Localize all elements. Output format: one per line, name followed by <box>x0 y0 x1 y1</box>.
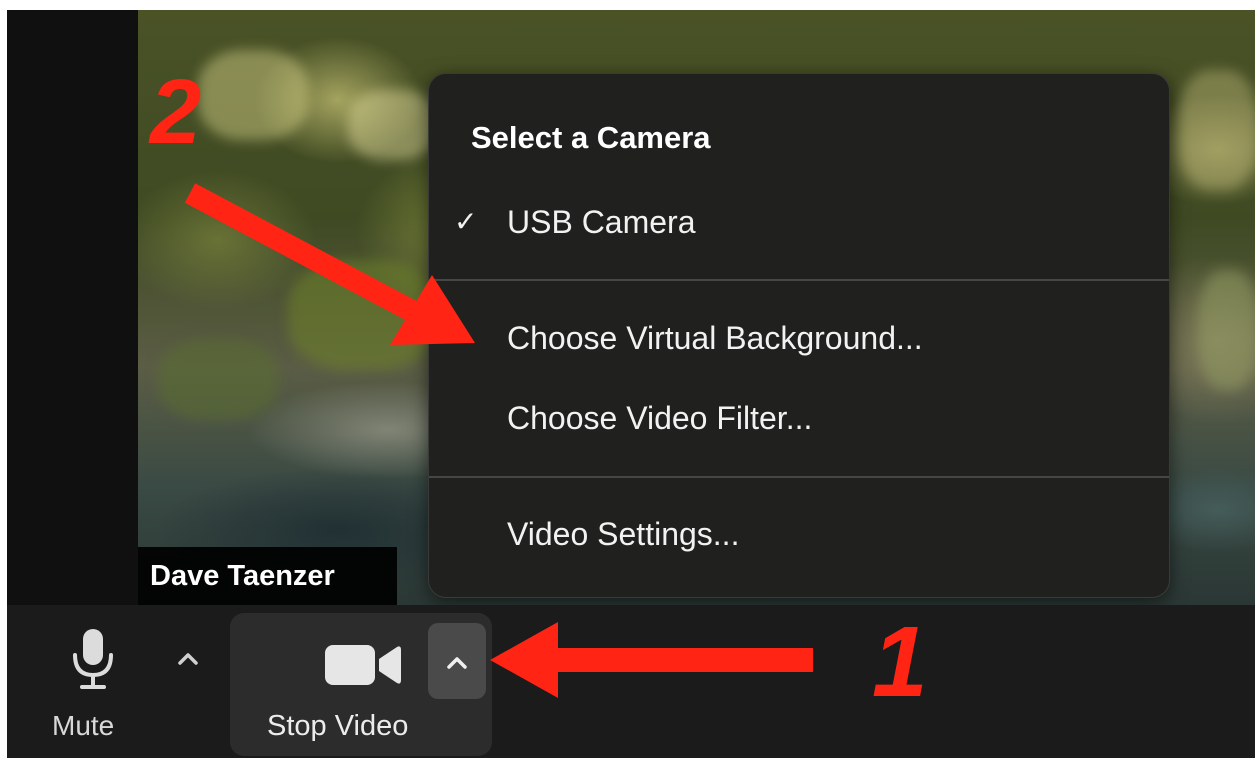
menu-item-video-filter[interactable]: Choose Video Filter... <box>429 388 1169 448</box>
video-options-button[interactable] <box>428 623 486 699</box>
left-black-bar <box>7 10 138 605</box>
menu-item-label: Choose Virtual Background... <box>507 320 923 356</box>
microphone-icon[interactable] <box>67 627 119 693</box>
video-camera-icon[interactable] <box>325 643 403 687</box>
camera-options-menu: Select a Camera ✓ USB Camera Choose Virt… <box>428 73 1170 598</box>
chevron-up-icon[interactable] <box>173 647 203 669</box>
stop-video-label[interactable]: Stop Video <box>267 710 408 743</box>
annotation-step-2: 2 <box>150 61 202 163</box>
mute-label[interactable]: Mute <box>52 710 114 742</box>
chevron-up-icon <box>447 657 467 669</box>
menu-divider <box>429 476 1169 478</box>
stop-video-button-group: Stop Video <box>230 613 492 756</box>
menu-item-usb-camera[interactable]: ✓ USB Camera <box>429 192 1169 252</box>
menu-header: Select a Camera <box>471 120 711 155</box>
menu-divider <box>429 279 1169 281</box>
menu-item-video-settings[interactable]: Video Settings... <box>429 504 1169 564</box>
menu-item-label: USB Camera <box>507 204 696 240</box>
menu-item-virtual-background[interactable]: Choose Virtual Background... <box>429 308 1169 368</box>
meeting-toolbar: Mute Stop Video <box>7 605 1255 758</box>
annotation-step-1: 1 <box>872 606 928 718</box>
checkmark-icon: ✓ <box>454 206 478 237</box>
participant-name-tag: Dave Taenzer <box>138 547 397 605</box>
menu-item-label: Choose Video Filter... <box>507 400 813 436</box>
menu-item-label: Video Settings... <box>507 516 740 552</box>
